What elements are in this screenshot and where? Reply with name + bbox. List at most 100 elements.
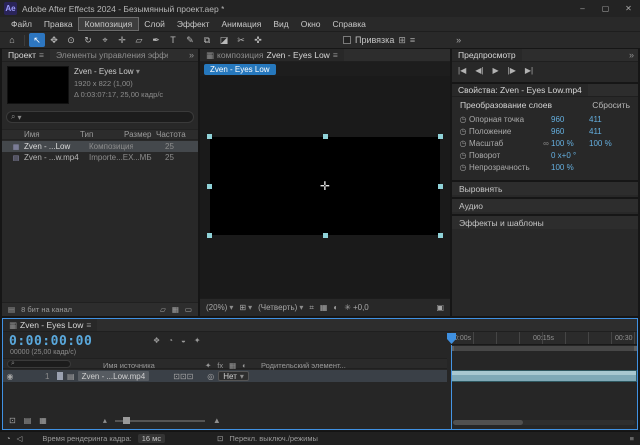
menu-layer[interactable]: Слой [138,18,171,30]
exposure-control[interactable]: ✳ +0,0 [344,303,369,312]
property-value-y[interactable]: 411 [589,127,602,136]
panel-overflow-icon[interactable]: » [625,49,638,61]
next-frame-button[interactable]: |▶ [508,66,516,75]
tab-effect-controls[interactable]: Элементы управления эффект [50,49,168,61]
magnification-dropdown[interactable]: (20%) ▾ [206,303,233,312]
parent-dropdown[interactable]: Нет ▾ [218,371,249,381]
timeline-search-input[interactable]: ⌕ [7,360,71,368]
shy-icon[interactable]: ✦ [194,336,201,345]
pickwhip-icon[interactable]: ◎ [207,372,214,381]
mini-flowchart-icon[interactable]: ❖ [153,336,160,345]
selection-handle[interactable] [438,134,443,139]
column-parent[interactable]: Родительский элемент... [261,361,346,370]
selection-handle[interactable] [323,233,328,238]
layer-name[interactable]: Zven - ...Low.mp4 [78,371,150,381]
panel-menu-icon[interactable]: ≡ [39,50,44,60]
first-frame-button[interactable]: |◀ [458,66,466,75]
transfer-controls-icon[interactable]: ▤ [24,416,32,425]
stopwatch-icon[interactable]: ◷ [457,139,469,148]
resolution-dropdown[interactable]: (Четверть) ▾ [258,303,303,312]
property-value-x[interactable]: 960 [551,127,589,136]
scrollbar-thumb[interactable] [453,420,523,425]
minimize-button[interactable]: – [571,0,594,17]
layer-color-swatch[interactable] [57,372,63,380]
project-item-title[interactable]: Zven - Eyes Low ▾ [74,67,140,76]
switches-icon[interactable]: ⊡ [217,434,223,443]
hand-tool-icon[interactable]: ✥ [46,33,62,47]
menu-help[interactable]: Справка [327,18,372,30]
selection-handle[interactable] [438,233,443,238]
project-row-composition[interactable]: ▦ Zven - ...Low Композиция 25 [2,141,198,152]
property-value-x[interactable]: 960 [551,115,589,124]
orbit-camera-tool-icon[interactable]: ↻ [80,33,96,47]
tab-preview[interactable]: Предпросмотр [452,49,522,61]
previous-frame-button[interactable]: ◀| [475,66,483,75]
stopwatch-icon[interactable]: ◷ [457,127,469,136]
eraser-tool-icon[interactable]: ◪ [216,33,232,47]
interpret-footage-icon[interactable]: ▤ [8,305,15,314]
zoom-tool-icon[interactable]: ⊙ [63,33,79,47]
new-folder-icon[interactable]: ▱ [160,305,166,314]
color-depth-label[interactable]: 8 бит на канал [21,305,72,314]
info-icon[interactable]: ◔ [6,434,11,443]
puppet-tool-icon[interactable]: ✜ [250,33,266,47]
home-tool-icon[interactable]: ⌂ [4,33,20,47]
layer-row[interactable]: ◉ 1 ▤ Zven - ...Low.mp4 ⊡ ⊡ ⊡ ◎ Нет ▾ [3,370,447,382]
tab-project[interactable]: Проект ≡ [2,49,50,61]
layer-switch-icon[interactable]: ⊡ [187,372,194,381]
caret-down-icon[interactable]: ▾ [136,67,140,76]
timeline-zoom-slider[interactable] [115,420,205,422]
property-row-anchor-point[interactable]: ◷ Опорная точка 960 411 [452,113,638,125]
last-frame-button[interactable]: ▶| [525,66,533,75]
tab-audio[interactable]: Аудио [452,199,638,212]
menu-edit[interactable]: Правка [38,18,79,30]
shape-tool-icon[interactable]: ▱ [131,33,147,47]
region-of-interest-icon[interactable]: ⌗ [309,303,314,313]
project-list-header[interactable]: Имя Тип Размер Частота [2,129,198,140]
in-out-columns-icon[interactable]: ▦ [39,416,47,425]
column-type[interactable]: Тип [80,130,124,139]
statusbar-menu-icon[interactable]: ≡ [630,434,634,443]
fx-column-icon[interactable]: fx [217,361,223,370]
project-search-input[interactable]: ⌕ ▾ [6,111,194,123]
type-tool-icon[interactable]: T [165,33,181,47]
current-time-display[interactable]: 0:00:00:00 [9,334,92,349]
layer-switch-icon[interactable]: ⊡ [180,372,187,381]
frame-blend-icon[interactable]: ◒ [181,336,186,345]
zoom-out-icon[interactable]: ▴ [103,416,107,425]
column-rate[interactable]: Частота [156,130,198,139]
composition-crumb[interactable]: Zven - Eyes Low [204,64,276,75]
clone-stamp-tool-icon[interactable]: ⧉ [199,33,215,47]
tab-properties[interactable]: Свойства: Zven - Eyes Low.mp4 [452,84,588,96]
tab-composition[interactable]: ▦ композиция Zven - Eyes Low ≡ [200,49,344,61]
link-icon[interactable]: ∞ [541,139,551,148]
pen-tool-icon[interactable]: ✒ [148,33,164,47]
property-value-x[interactable]: 100 % [551,139,589,148]
menu-composition[interactable]: Композиция [79,18,139,30]
snap-options-icon[interactable]: ⊞ [398,35,406,46]
grid-guides-dropdown[interactable]: ⊞ ▾ [239,303,252,312]
zoom-slider-handle[interactable] [123,417,130,424]
property-row-rotation[interactable]: ◷ Поворот 0 x+0 ° [452,149,638,161]
toggle-switches-modes-button[interactable]: Перекл. выключ./режимы [229,434,317,443]
maximize-button[interactable]: ▢ [594,0,617,17]
property-row-scale[interactable]: ◷ Масштаб ∞ 100 % 100 % [452,137,638,149]
property-value-y[interactable]: 411 [589,115,602,124]
shy-column-icon[interactable]: ✦ [205,361,211,370]
time-ruler[interactable]: 0:00s 00:15s 00:30 [451,332,637,345]
column-name[interactable]: Имя [2,130,80,139]
trash-icon[interactable]: ▭ [185,305,192,314]
stopwatch-icon[interactable]: ◷ [457,151,469,160]
tab-overflow-icon[interactable]: » [185,49,198,61]
menu-window[interactable]: Окно [295,18,327,30]
play-button[interactable]: ▶ [492,66,498,75]
menu-effect[interactable]: Эффект [171,18,216,30]
tab-effects-presets[interactable]: Эффекты и шаблоны [452,216,638,229]
transparency-grid-icon[interactable]: ▦ [320,303,328,312]
zoom-in-icon[interactable]: ▲ [213,416,221,425]
column-source-name[interactable]: Имя источника [103,361,155,370]
pan-behind-tool-icon[interactable]: ✛ [114,33,130,47]
project-row-footage[interactable]: ▤ Zven - ...w.mp4 Importe...EX ...МБ 25 [2,152,198,163]
camera-tool-icon[interactable]: ⌖ [97,33,113,47]
property-row-opacity[interactable]: ◷ Непрозрачность 100 % [452,161,638,173]
